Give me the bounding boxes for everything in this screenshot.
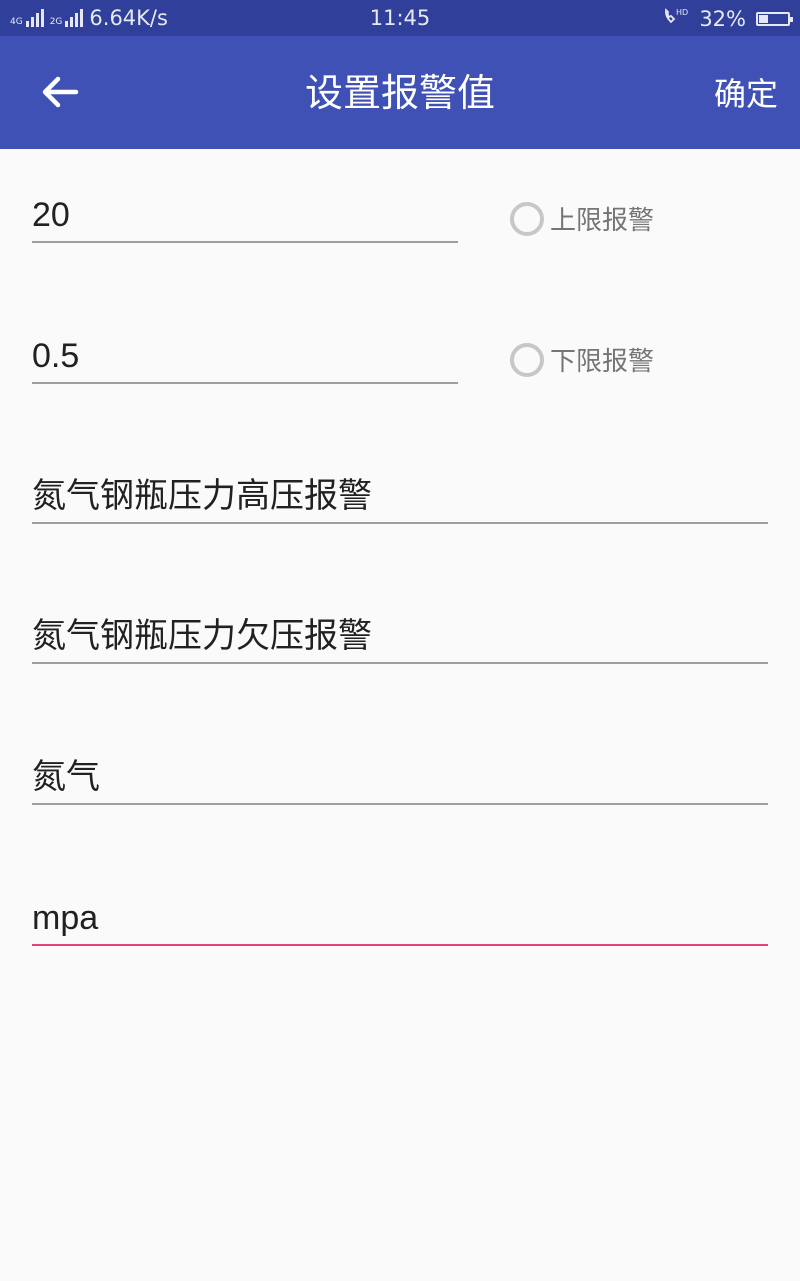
app-bar: 设置报警值 确定 (0, 36, 800, 149)
gas-name-value: 氮气 (32, 758, 100, 796)
status-right: HD 32% (663, 6, 793, 31)
lower-limit-radio-label: 下限报警 (550, 346, 655, 376)
upper-limit-radio-label: 上限报警 (550, 205, 655, 235)
high-alarm-name-value: 氮气钢瓶压力高压报警 (32, 477, 372, 515)
radio-unchecked-icon (510, 342, 544, 377)
status-bar: 4G 2G 6.64K/s 11:45 HD 32% (0, 0, 800, 36)
low-alarm-name-input[interactable]: 氮气钢瓶压力欠压报警 (32, 616, 768, 664)
lower-limit-input[interactable]: 0.5 (32, 336, 458, 384)
battery-icon (756, 11, 793, 26)
unit-input[interactable]: mpa (32, 898, 768, 946)
gas-name-input[interactable]: 氮气 (32, 757, 768, 805)
upper-limit-input[interactable]: 20 (32, 195, 458, 243)
radio-unchecked-icon (510, 201, 544, 236)
svg-text:HD: HD (676, 8, 688, 17)
battery-level (759, 14, 768, 23)
lower-limit-value: 0.5 (32, 337, 80, 375)
confirm-button[interactable]: 确定 (714, 74, 778, 114)
high-alarm-name-input[interactable]: 氮气钢瓶压力高压报警 (32, 476, 768, 524)
upper-limit-value: 20 (32, 196, 70, 234)
battery-percent: 32% (699, 6, 746, 31)
hd-call-icon: HD (663, 6, 689, 31)
page-title: 设置报警值 (304, 73, 495, 115)
upper-limit-radio[interactable]: 上限报警 (510, 200, 654, 237)
unit-value: mpa (32, 899, 99, 937)
lower-limit-radio[interactable]: 下限报警 (510, 341, 654, 378)
low-alarm-name-value: 氮气钢瓶压力欠压报警 (32, 617, 372, 655)
